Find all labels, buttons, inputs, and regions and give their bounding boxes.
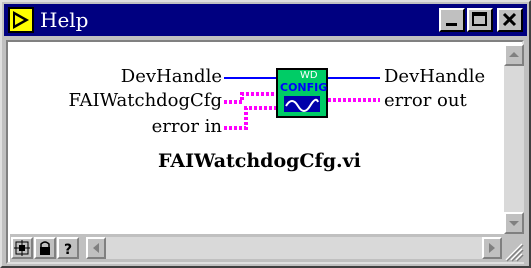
resize-grip-icon[interactable] <box>502 240 524 262</box>
title-bar[interactable]: Help <box>4 4 527 36</box>
help-window: Help WD CONFIG DevHandle FAIWatchdogCfg … <box>0 0 531 268</box>
window-title: Help <box>40 8 89 32</box>
scroll-right-button[interactable] <box>482 237 502 259</box>
vi-name: FAIWatchdogCfg.vi <box>158 150 361 172</box>
show-simple-help-icon <box>14 240 30 256</box>
wire-faiwatchdogcfg <box>224 92 276 104</box>
lock-help-button[interactable] <box>34 237 56 259</box>
close-icon <box>502 12 517 27</box>
output-error-out: error out <box>384 90 467 111</box>
close-button[interactable] <box>497 8 523 32</box>
input-devhandle: DevHandle <box>120 66 222 87</box>
help-toolbar: ? <box>10 234 524 262</box>
input-error-in: error in <box>151 116 222 137</box>
minimize-icon <box>446 23 457 26</box>
arrow-right-icon <box>489 243 495 253</box>
vertical-scrollbar[interactable] <box>504 44 524 234</box>
arrow-left-icon <box>93 243 99 253</box>
scroll-down-button[interactable] <box>504 212 524 234</box>
arrow-down-icon <box>509 221 519 226</box>
scroll-left-button[interactable] <box>86 237 106 259</box>
help-content-frame: WD CONFIG DevHandle FAIWatchdogCfg error… <box>6 40 524 264</box>
online-help-button[interactable]: ? <box>57 237 79 259</box>
simple-help-button[interactable] <box>11 237 33 259</box>
arrow-up-icon <box>509 52 519 57</box>
svg-text:?: ? <box>64 242 72 257</box>
output-devhandle: DevHandle <box>384 66 486 87</box>
horizontal-scrollbar[interactable] <box>86 237 502 259</box>
scroll-up-button[interactable] <box>504 44 524 66</box>
help-question-icon: ? <box>64 242 72 258</box>
wire-error-in <box>224 106 276 130</box>
minimize-button[interactable] <box>439 8 465 32</box>
input-faiwatchdogcfg: FAIWatchdogCfg <box>68 90 222 111</box>
vi-icon-text-config: CONFIG <box>280 81 328 94</box>
maximize-icon <box>472 12 487 26</box>
lock-icon <box>40 241 50 255</box>
connector-diagram: WD CONFIG DevHandle FAIWatchdogCfg error… <box>10 44 504 234</box>
labview-help-icon <box>8 7 34 33</box>
maximize-button[interactable] <box>467 8 493 32</box>
